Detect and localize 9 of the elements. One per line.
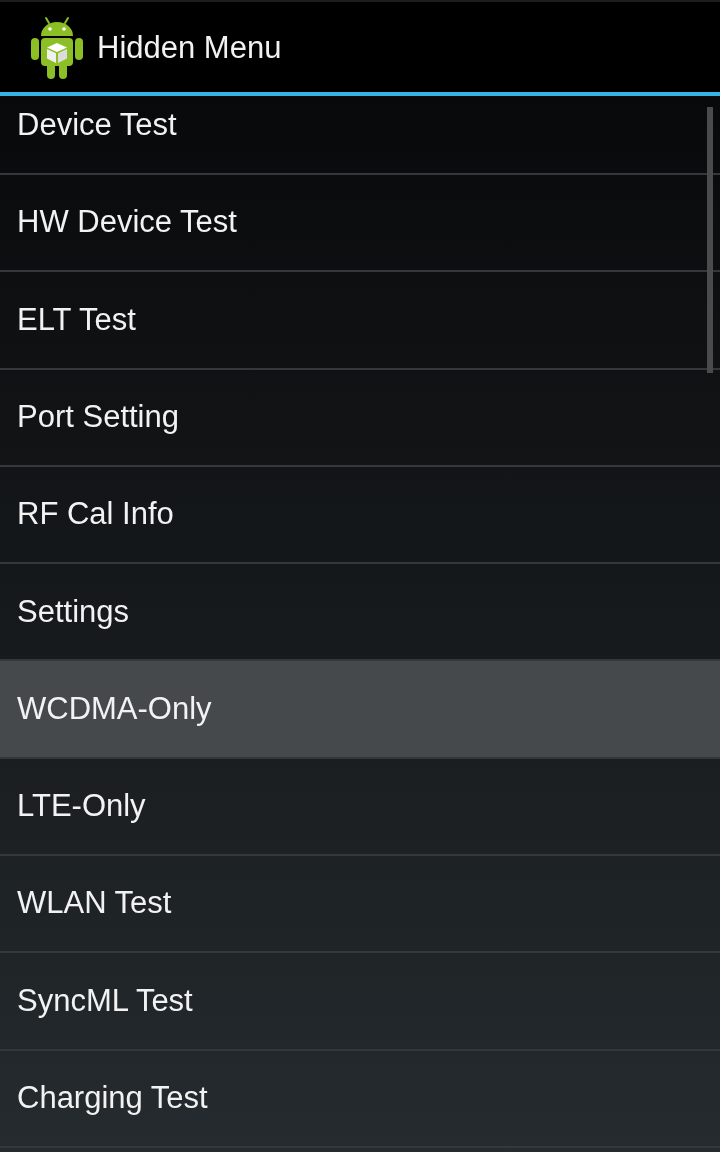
menu-item[interactable]: LTE-Only [0, 758, 720, 857]
app-title: Hidden Menu [97, 31, 282, 63]
menu-item[interactable]: Charging Test [0, 1050, 720, 1148]
robot-icon [30, 14, 84, 80]
menu-item[interactable]: WLAN Test [0, 856, 720, 954]
menu-item[interactable]: Port Setting [0, 369, 720, 467]
menu-item[interactable]: RF Cal Info [0, 466, 720, 565]
menu-item[interactable]: WCDMA-Only [0, 661, 720, 759]
menu-item[interactable]: SyncML Test [0, 953, 720, 1051]
